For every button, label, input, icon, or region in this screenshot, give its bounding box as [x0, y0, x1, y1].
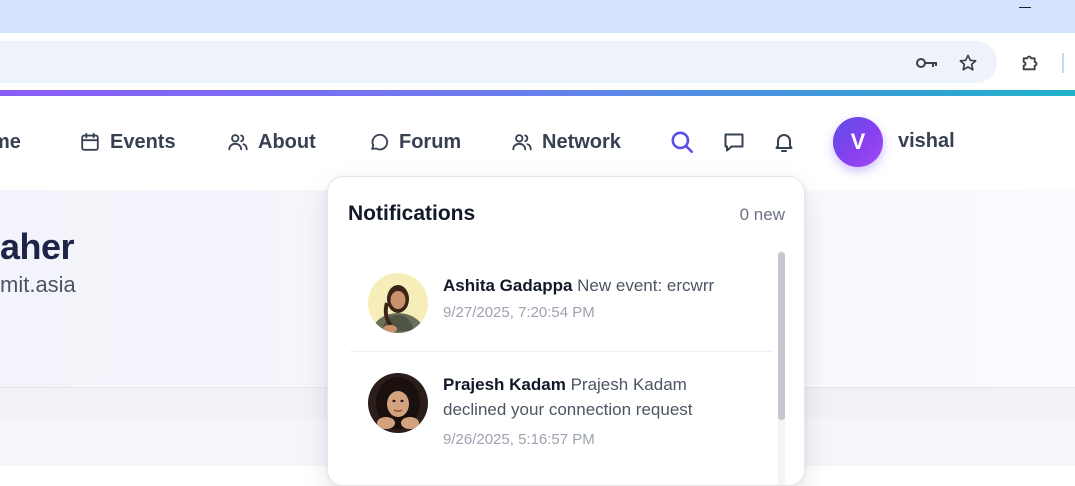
profile-name: aher [0, 226, 75, 267]
notification-sender: Prajesh Kadam [443, 375, 566, 394]
avatar-initial: V [850, 129, 866, 154]
notifications-title: Notifications [348, 202, 476, 225]
avatar [368, 273, 428, 333]
nav-item-home[interactable]: me [0, 128, 21, 156]
minimize-icon[interactable] [1019, 2, 1033, 12]
nav-item-network[interactable]: Network [511, 128, 621, 156]
chat-bubble-icon [371, 133, 389, 151]
notifications-dropdown: Notifications 0 new Ashita Gadappa New e… [327, 176, 805, 486]
user-name[interactable]: vishal [898, 130, 955, 153]
user-avatar[interactable]: V [833, 117, 883, 167]
notification-time: 9/27/2025, 7:20:54 PM [443, 304, 595, 321]
bell-icon[interactable] [771, 129, 797, 155]
star-icon[interactable] [955, 50, 981, 76]
notification-item[interactable]: Prajesh Kadam Prajesh Kadam declined you… [350, 352, 772, 472]
users-icon [512, 134, 532, 151]
notifications-new-count: 0 new [739, 205, 785, 224]
nav-item-events[interactable]: Events [79, 128, 176, 156]
browser-toolbar [0, 33, 1075, 90]
notification-text: Prajesh Kadam Prajesh Kadam declined you… [443, 372, 753, 422]
scrollbar-thumb[interactable] [778, 252, 785, 420]
calendar-icon [81, 132, 99, 151]
nav-item-label: About [258, 130, 316, 153]
nav-item-label: Events [110, 130, 176, 153]
notification-sender: Ashita Gadappa [443, 276, 573, 295]
key-icon[interactable] [914, 51, 940, 75]
search-icon[interactable] [669, 129, 695, 155]
browser-tab-strip [0, 0, 1075, 33]
notification-message: New event: ercwrr [577, 276, 715, 295]
profile-email: mit.asia [0, 272, 76, 297]
avatar [368, 373, 428, 433]
notifications-list: Ashita Gadappa New event: ercwrr 9/27/20… [350, 251, 772, 472]
nav-item-label: Forum [399, 130, 462, 153]
notification-time: 9/26/2025, 5:16:57 PM [443, 431, 595, 448]
address-bar[interactable] [0, 41, 997, 83]
toolbar-divider [1062, 53, 1064, 73]
users-icon [228, 134, 248, 151]
nav-item-label: me [0, 130, 21, 153]
nav-item-forum[interactable]: Forum [368, 128, 461, 156]
notification-item[interactable]: Ashita Gadappa New event: ercwrr 9/27/20… [350, 251, 772, 352]
message-icon[interactable] [721, 129, 747, 155]
nav-item-about[interactable]: About [227, 128, 316, 156]
notification-text: Ashita Gadappa New event: ercwrr [443, 273, 753, 298]
extensions-icon[interactable] [1018, 49, 1044, 75]
nav-item-label: Network [542, 130, 621, 153]
